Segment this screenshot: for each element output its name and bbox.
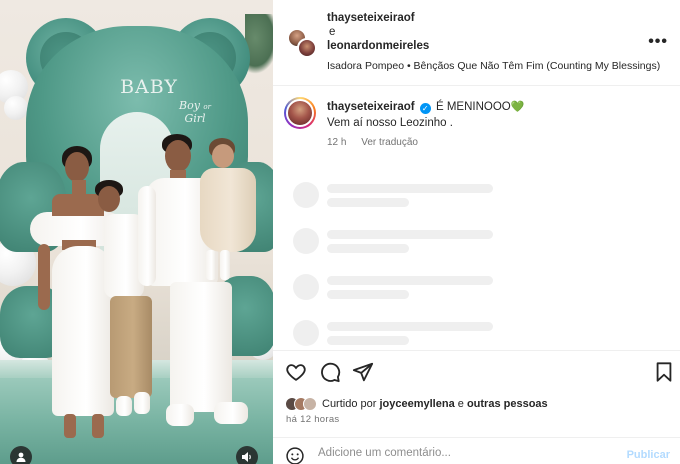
skeleton-line (327, 244, 409, 253)
emoji-icon[interactable] (285, 446, 307, 464)
username-link[interactable]: leonardonmeireles (327, 39, 429, 53)
bookmark-icon[interactable] (653, 361, 675, 383)
skeleton-line (327, 336, 409, 345)
username-link[interactable]: joyceemyllena (379, 398, 454, 410)
skeleton-line (327, 322, 493, 331)
post-header: thayseteixeiraof e leonardonmeireles Isa… (273, 0, 680, 86)
comment-bar: Publicar (273, 437, 680, 464)
post-photo[interactable]: BABY Boy or Girl (0, 0, 273, 464)
sign-subtitle: Boy or Girl (179, 99, 211, 125)
share-icon[interactable] (352, 361, 374, 383)
post-time[interactable]: há 12 horas (286, 414, 339, 425)
caption-line: thayseteixeiraof ✓ É MENINOOO💚 (327, 100, 524, 114)
caption-meta: 12 h Ver tradução (327, 137, 430, 148)
audio-toggle-icon[interactable] (236, 446, 258, 464)
tagged-users-icon[interactable] (10, 446, 32, 464)
skeleton-avatar (293, 274, 319, 300)
connector-text: e (329, 26, 336, 38)
caption-text: É MENINOOO (435, 101, 511, 113)
verified-badge-icon: ✓ (419, 103, 431, 114)
audio-link[interactable]: Isadora Pompeo • Bênçãos Que Não Têm Fim… (327, 60, 660, 72)
liked-by[interactable]: Curtido por joyceemyllena e outras pesso… (285, 395, 548, 413)
comment-input[interactable] (318, 447, 608, 459)
username-link[interactable]: thayseteixeiraof (327, 101, 415, 113)
caption-text-line2: Vem aí nosso Leozinho . (327, 117, 453, 129)
post-panel: thayseteixeiraof e leonardonmeireles Isa… (273, 0, 680, 464)
caption-age: 12 h (327, 137, 347, 148)
others-link[interactable]: outras pessoas (467, 398, 548, 410)
skeleton-line (327, 198, 409, 207)
skeleton-line (327, 276, 493, 285)
avatar (303, 397, 317, 411)
skeleton-avatar (293, 182, 319, 208)
skeleton-line (327, 290, 409, 299)
avatar[interactable] (284, 97, 316, 129)
sign-title: BABY (120, 76, 178, 98)
post-actions (273, 350, 680, 392)
username-link[interactable]: thayseteixeiraof (327, 11, 429, 25)
skeleton-avatar (293, 320, 319, 346)
collab-avatars[interactable] (287, 28, 317, 58)
skeleton-avatar (293, 228, 319, 254)
balloon (4, 96, 28, 120)
publish-button[interactable]: Publicar (627, 449, 670, 461)
green-heart-emoji: 💚 (510, 101, 525, 113)
liked-by-text: Curtido por joyceemyllena e outras pesso… (322, 398, 548, 410)
collab-names: thayseteixeiraof e leonardonmeireles (327, 11, 429, 53)
caption: thayseteixeiraof ✓ É MENINOOO💚 Vem aí no… (273, 86, 680, 156)
heart-icon[interactable] (285, 361, 307, 383)
more-horizontal-icon[interactable]: ••• (648, 33, 668, 51)
skeleton-line (327, 184, 493, 193)
translate-link[interactable]: Ver tradução (361, 137, 418, 148)
comment-icon[interactable] (319, 361, 341, 383)
avatar[interactable] (297, 38, 317, 58)
skeleton-line (327, 230, 493, 239)
